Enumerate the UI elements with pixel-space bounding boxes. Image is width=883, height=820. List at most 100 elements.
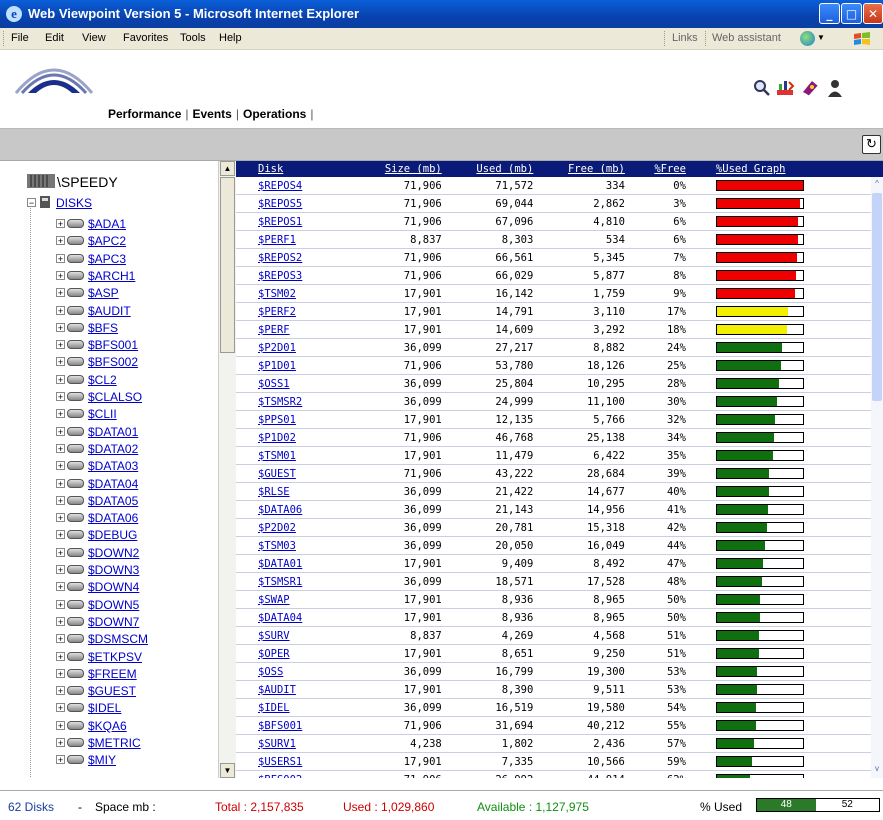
- refresh-icon[interactable]: ↻: [862, 135, 881, 154]
- expand-icon[interactable]: +: [56, 599, 65, 609]
- expand-icon[interactable]: +: [56, 565, 65, 575]
- expand-icon[interactable]: +: [56, 322, 65, 332]
- expand-icon[interactable]: +: [56, 461, 65, 471]
- user-icon[interactable]: [825, 78, 845, 98]
- cell-disk[interactable]: $PERF2: [236, 302, 344, 321]
- globe-icon[interactable]: [800, 31, 815, 46]
- expand-icon[interactable]: +: [56, 270, 65, 280]
- table-row[interactable]: $IDEL 36,099 16,519 19,580 54%: [236, 698, 883, 717]
- cell-disk[interactable]: $OSS1: [236, 374, 344, 393]
- tree-disk-label[interactable]: $ASP: [88, 286, 119, 300]
- menu-edit[interactable]: Edit: [45, 32, 64, 44]
- table-row[interactable]: $TSM02 17,901 16,142 1,759 9%: [236, 284, 883, 303]
- tree-disk-node[interactable]: + $DOWN2: [56, 546, 139, 563]
- tree-disk-node[interactable]: + $MIY: [56, 753, 116, 770]
- table-row[interactable]: $PERF2 17,901 14,791 3,110 17%: [236, 302, 883, 321]
- links-button[interactable]: Links: [672, 32, 698, 44]
- scroll-down-icon[interactable]: v: [872, 764, 882, 776]
- cell-disk[interactable]: $IDEL: [236, 698, 344, 717]
- table-row[interactable]: $TSMSR1 36,099 18,571 17,528 48%: [236, 572, 883, 591]
- cell-disk[interactable]: $RLSE: [236, 482, 344, 501]
- cell-disk[interactable]: $SWAP: [236, 590, 344, 609]
- cell-disk[interactable]: $REPOS5: [236, 194, 344, 213]
- collapse-icon[interactable]: −: [27, 198, 36, 208]
- expand-icon[interactable]: +: [56, 340, 65, 350]
- expand-icon[interactable]: +: [56, 547, 65, 557]
- tree-disk-node[interactable]: + $METRIC: [56, 736, 141, 753]
- tree-disk-label[interactable]: $DATA03: [88, 459, 138, 473]
- cell-disk[interactable]: $P2D01: [236, 338, 344, 357]
- menu-tools[interactable]: Tools: [180, 32, 206, 44]
- tree-disk-node[interactable]: + $DATA06: [56, 511, 138, 528]
- table-row[interactable]: $RLSE 36,099 21,422 14,677 40%: [236, 482, 883, 501]
- tree-disk-node[interactable]: + $DOWN3: [56, 563, 139, 580]
- expand-icon[interactable]: +: [56, 478, 65, 488]
- table-row[interactable]: $PERF1 8,837 8,303 534 6%: [236, 230, 883, 249]
- tree-scroll-thumb[interactable]: [220, 177, 235, 353]
- tree-disks-node[interactable]: − DISKS: [27, 195, 92, 210]
- table-row[interactable]: $TSMSR2 36,099 24,999 11,100 30%: [236, 392, 883, 411]
- cell-disk[interactable]: $P1D02: [236, 428, 344, 447]
- tree-disk-node[interactable]: + $BFS: [56, 321, 118, 338]
- cell-disk[interactable]: $TSM03: [236, 536, 344, 555]
- table-scrollbar[interactable]: ^ v: [871, 177, 883, 778]
- header-used-graph[interactable]: %Used Graph: [689, 161, 883, 177]
- cell-disk[interactable]: $TSM01: [236, 446, 344, 465]
- table-row[interactable]: $OPER 17,901 8,651 9,250 51%: [236, 644, 883, 663]
- tree-disk-node[interactable]: + $IDEL: [56, 701, 121, 718]
- header-disk[interactable]: Disk: [236, 161, 344, 177]
- tree-disk-label[interactable]: $CLII: [88, 407, 117, 421]
- tree-disk-node[interactable]: + $KQA6: [56, 719, 127, 736]
- table-row[interactable]: $REPOS5 71,906 69,044 2,862 3%: [236, 194, 883, 213]
- table-row[interactable]: $DATA04 17,901 8,936 8,965 50%: [236, 608, 883, 627]
- close-button[interactable]: ✕: [863, 3, 883, 24]
- expand-icon[interactable]: +: [56, 426, 65, 436]
- expand-icon[interactable]: +: [56, 374, 65, 384]
- expand-icon[interactable]: +: [56, 288, 65, 298]
- table-row[interactable]: $REPOS2 71,906 66,561 5,345 7%: [236, 248, 883, 267]
- cell-disk[interactable]: $USERS1: [236, 752, 344, 771]
- menu-view[interactable]: View: [82, 32, 106, 44]
- tree-disk-node[interactable]: + $GUEST: [56, 684, 136, 701]
- expand-icon[interactable]: +: [56, 686, 65, 696]
- tree-disk-label[interactable]: $METRIC: [88, 736, 141, 750]
- table-row[interactable]: $REPOS4 71,906 71,572 334 0%: [236, 177, 883, 195]
- cell-disk[interactable]: $REPOS1: [236, 212, 344, 231]
- tree-disk-label[interactable]: $AUDIT: [88, 304, 131, 318]
- tree-disk-label[interactable]: $DATA01: [88, 425, 138, 439]
- tree-disk-label[interactable]: $IDEL: [88, 701, 121, 715]
- table-row[interactable]: $REPOS3 71,906 66,029 5,877 8%: [236, 266, 883, 285]
- tree-disk-node[interactable]: + $ASP: [56, 286, 119, 303]
- tree-disk-node[interactable]: + $ETKPSV: [56, 650, 142, 667]
- tree-disk-label[interactable]: $DATA04: [88, 477, 138, 491]
- expand-icon[interactable]: +: [56, 253, 65, 263]
- tree-disk-label[interactable]: $MIY: [88, 753, 116, 767]
- cell-disk[interactable]: $DATA04: [236, 608, 344, 627]
- tree-disk-node[interactable]: + $DATA02: [56, 442, 138, 459]
- table-row[interactable]: $P1D02 71,906 46,768 25,138 34%: [236, 428, 883, 447]
- tree-disk-node[interactable]: + $DATA04: [56, 477, 138, 494]
- menu-help[interactable]: Help: [219, 32, 242, 44]
- expand-icon[interactable]: +: [56, 738, 65, 748]
- header-size[interactable]: Size (mb): [343, 161, 442, 177]
- cell-disk[interactable]: $TSMSR1: [236, 572, 344, 591]
- tree-disk-node[interactable]: + $FREEM: [56, 667, 137, 684]
- expand-icon[interactable]: +: [56, 530, 65, 540]
- header-pct-free[interactable]: %Free: [624, 161, 690, 177]
- tree-disk-label[interactable]: $DOWN3: [88, 563, 139, 577]
- cell-disk[interactable]: $OPER: [236, 644, 344, 663]
- tree-disk-node[interactable]: + $CL2: [56, 373, 117, 390]
- cell-disk[interactable]: $BFS002: [236, 770, 344, 778]
- tree-disk-label[interactable]: $APC3: [88, 252, 126, 266]
- tree-disk-label[interactable]: $BFS001: [88, 338, 138, 352]
- expand-icon[interactable]: +: [56, 357, 65, 367]
- cell-disk[interactable]: $TSM02: [236, 284, 344, 303]
- cell-disk[interactable]: $DATA06: [236, 500, 344, 519]
- tree-disk-node[interactable]: + $APC3: [56, 252, 126, 269]
- cell-disk[interactable]: $TSMSR2: [236, 392, 344, 411]
- cell-disk[interactable]: $GUEST: [236, 464, 344, 483]
- tree-disk-label[interactable]: $DOWN7: [88, 615, 139, 629]
- web-assistant-button[interactable]: Web assistant: [712, 32, 781, 44]
- table-row[interactable]: $REPOS1 71,906 67,096 4,810 6%: [236, 212, 883, 231]
- cell-disk[interactable]: $AUDIT: [236, 680, 344, 699]
